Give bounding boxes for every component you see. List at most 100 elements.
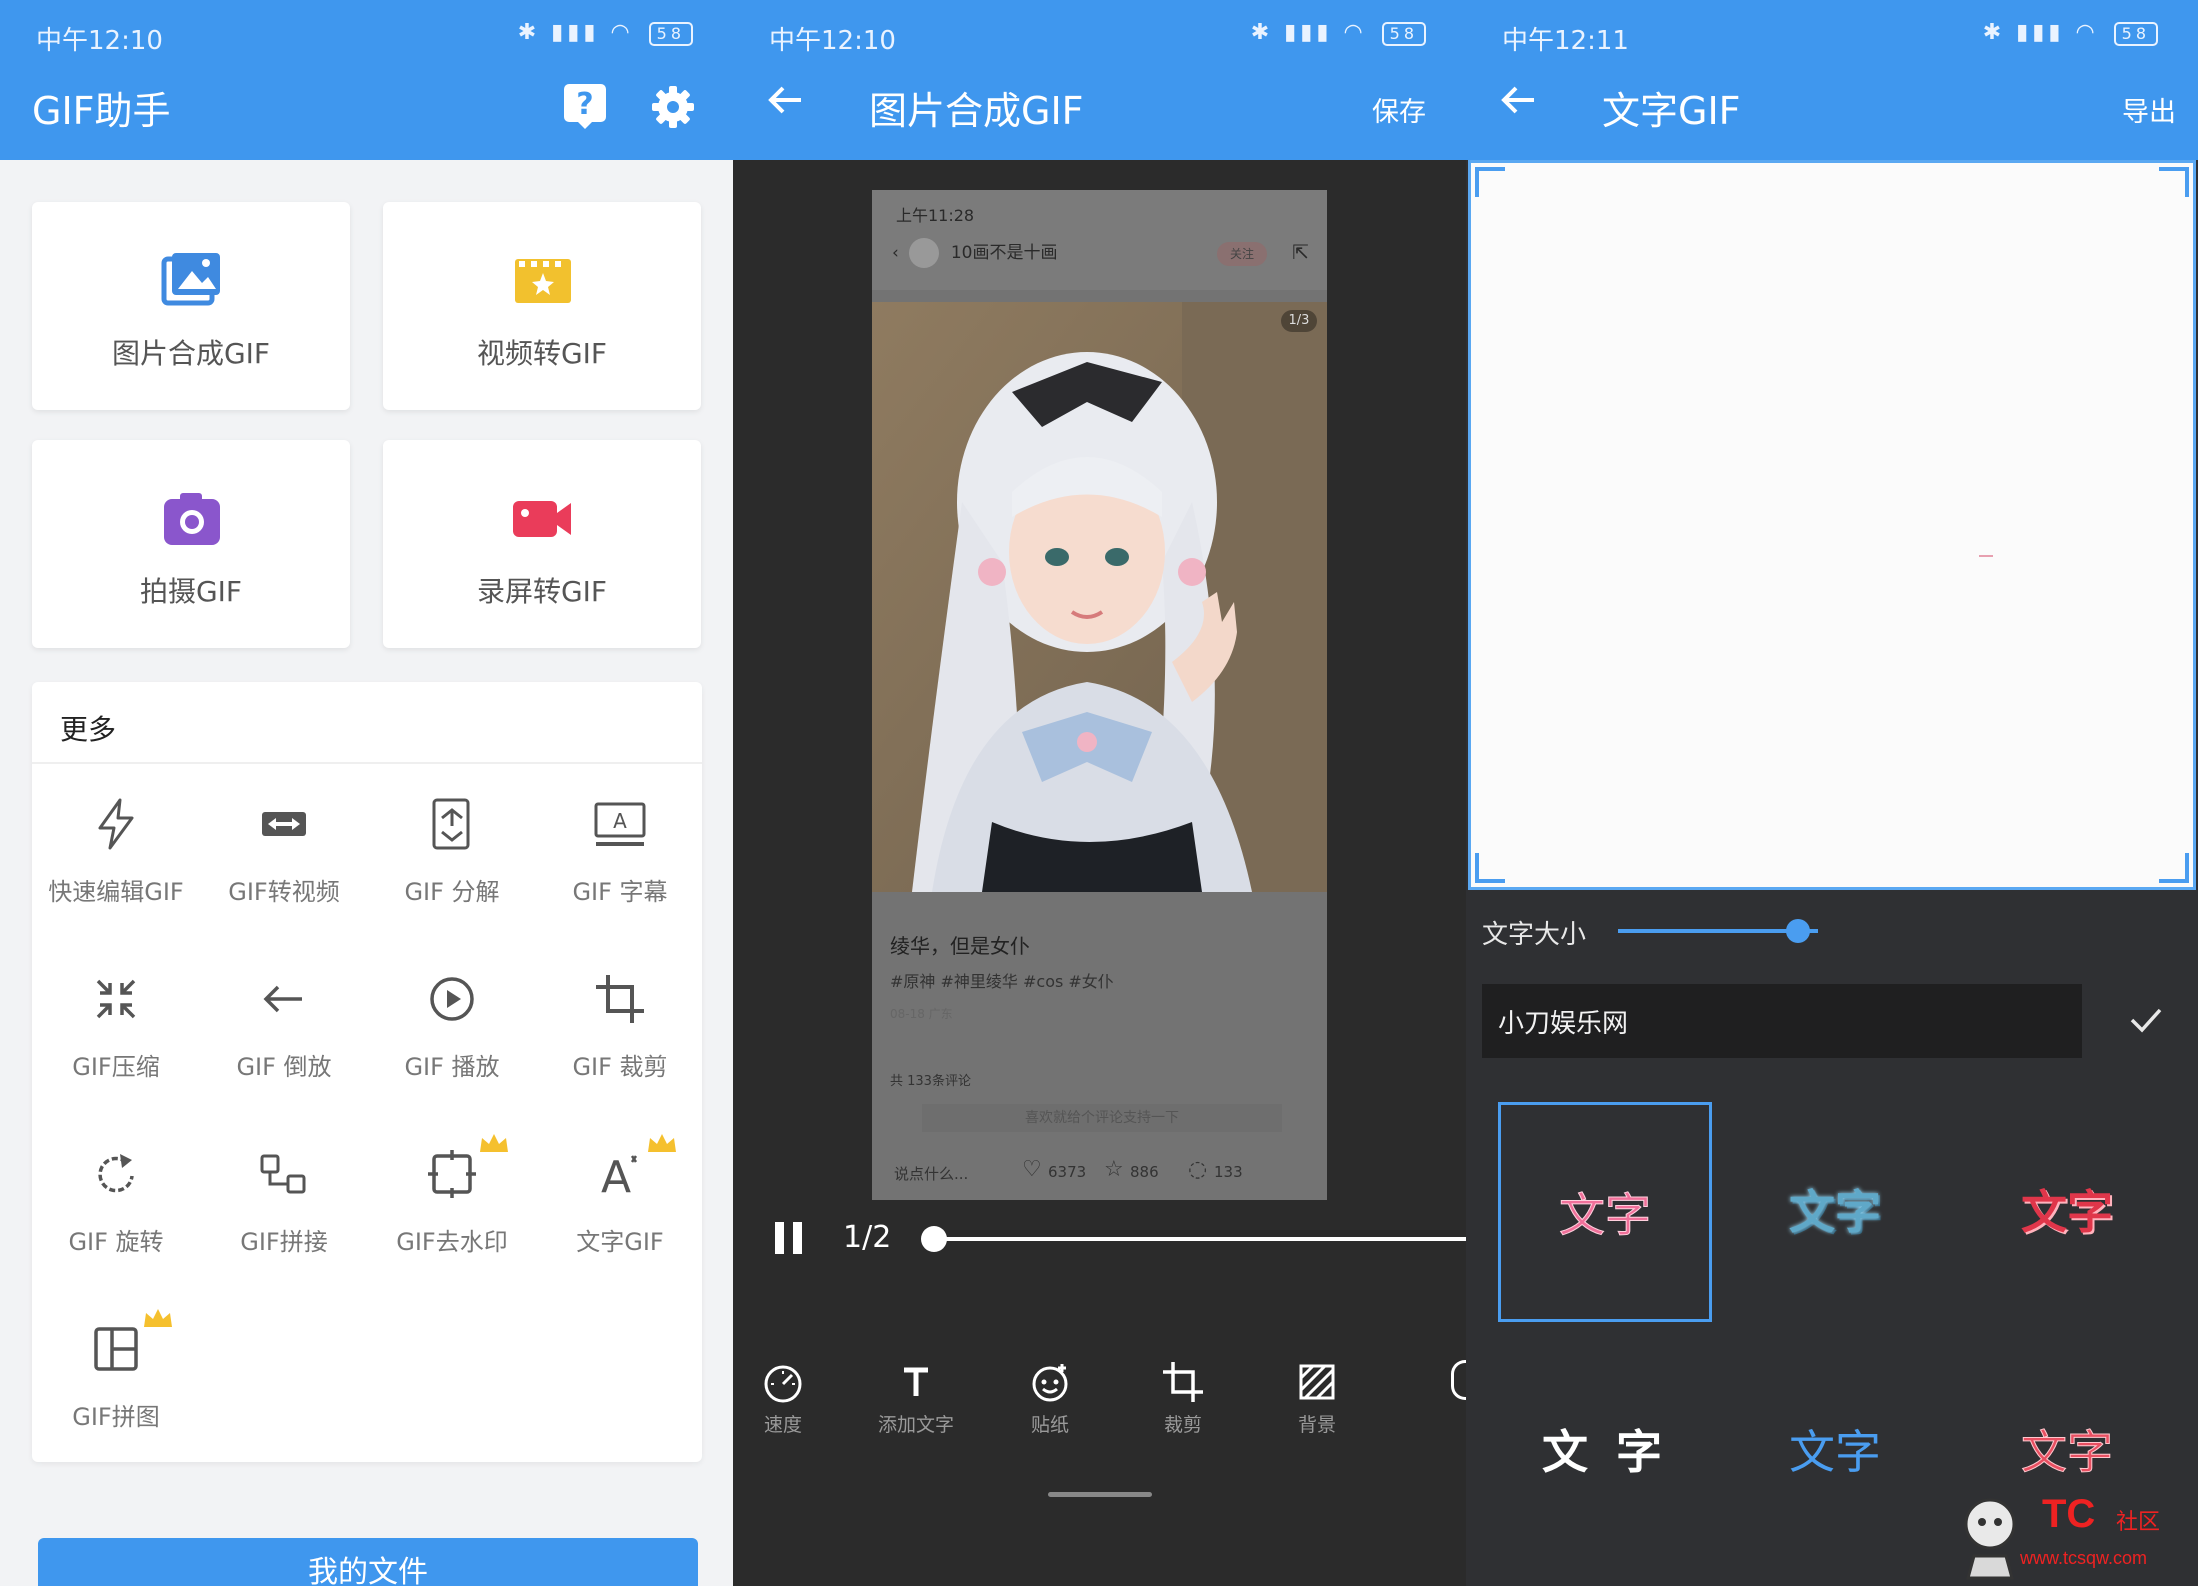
- corner-handle: [2159, 853, 2189, 883]
- tool-text-gif[interactable]: A 文字GIF: [536, 1122, 704, 1292]
- tool-gif-split[interactable]: GIF 分解: [368, 772, 536, 942]
- text-style-option[interactable]: 文字: [1960, 1102, 2174, 1322]
- back-arrow-icon[interactable]: [763, 78, 807, 122]
- mascot-icon: [1964, 1498, 2016, 1580]
- status-bar: 中午12:10 ✱ ▮▮▮ ◠ 58: [733, 0, 1466, 72]
- text-gif-editor: 中午12:11 ✱ ▮▮▮ ◠ 58 文字GIF 导出 文字大小 文字 文字 文…: [1466, 0, 2198, 1586]
- tool-gif-to-video[interactable]: GIF转视频: [200, 772, 368, 942]
- text-size-slider-thumb[interactable]: [1786, 919, 1810, 943]
- tool-label: GIF拼接: [240, 1228, 328, 1256]
- scroll-indicator: [1048, 1492, 1152, 1497]
- style-preview-text: 文 字: [1541, 1425, 1668, 1479]
- tool-label: GIF压缩: [72, 1053, 160, 1081]
- gif-text-input[interactable]: [1482, 984, 2082, 1058]
- tool-label: GIF 播放: [404, 1053, 500, 1081]
- confirm-check-icon[interactable]: [2124, 998, 2168, 1042]
- tool-sticker[interactable]: 贴纸: [1000, 1360, 1100, 1460]
- tool-crop[interactable]: 裁剪: [1133, 1360, 1233, 1460]
- video-convert-icon: [262, 812, 306, 836]
- style-preview-text: 文字: [2021, 1425, 2114, 1480]
- tool-label: 裁剪: [1163, 1414, 1202, 1436]
- tool-background[interactable]: 背景: [1267, 1360, 1367, 1460]
- style-preview-text: 文字: [1789, 1425, 1881, 1479]
- comment-hint: 喜欢就给个评论支持一下: [922, 1104, 1282, 1132]
- tool-label: GIF转视频: [228, 878, 340, 906]
- seek-thumb[interactable]: [921, 1226, 947, 1252]
- my-files-button[interactable]: 我的文件: [38, 1538, 698, 1586]
- tool-speed[interactable]: 速度: [733, 1360, 833, 1460]
- preview-time: 上午11:28: [896, 206, 975, 225]
- app-bar: 中午12:10 ✱ ▮▮▮ ◠ 58 图片合成GIF 保存: [733, 0, 1466, 160]
- clapperboard-icon: [515, 259, 571, 303]
- watermark-url: www.tcsqw.com: [2020, 1548, 2148, 1568]
- tool-gif-collage[interactable]: GIF拼图: [32, 1297, 200, 1467]
- comment-icon: ◌: [1188, 1157, 1208, 1182]
- crop-icon: [1163, 1362, 1203, 1402]
- playback-controls: 1/2: [753, 1212, 1466, 1272]
- card-image-to-gif[interactable]: 图片合成GIF: [32, 202, 350, 410]
- tool-gif-subtitle[interactable]: A GIF 字幕: [536, 772, 704, 942]
- card-label: 录屏转GIF: [476, 575, 608, 608]
- tool-gif-crop[interactable]: GIF 裁剪: [536, 947, 704, 1117]
- cosplay-photo: 1/3: [872, 302, 1327, 892]
- text-style-option[interactable]: 文字: [1728, 1102, 1942, 1322]
- text-style-option[interactable]: 文 字: [1498, 1342, 1712, 1562]
- gear-icon[interactable]: [650, 84, 696, 130]
- follow-badge: 关注: [1217, 242, 1267, 266]
- tool-quick-edit[interactable]: 快速编辑GIF: [32, 772, 200, 942]
- style-preview-text: 文字: [1559, 1188, 1652, 1243]
- crop-icon: [596, 975, 644, 1023]
- tool-label: GIF 分解: [404, 878, 500, 906]
- like-count: 6373: [1048, 1163, 1087, 1181]
- status-bar: 中午12:10 ✱ ▮▮▮ ◠ 58: [0, 0, 733, 72]
- text-cursor-mark: [1979, 555, 1993, 557]
- sticker-icon: [1032, 1364, 1068, 1402]
- battery-icon: 58: [2113, 22, 2158, 46]
- reverse-arrow-icon: [263, 985, 302, 1013]
- camera-icon: [164, 493, 220, 545]
- pause-icon[interactable]: [773, 1220, 805, 1256]
- tool-label: 文字GIF: [576, 1228, 664, 1256]
- seek-track[interactable]: [933, 1237, 1466, 1241]
- corner-handle: [1475, 167, 1505, 197]
- more-tools-overflow-icon[interactable]: [1451, 1360, 1466, 1400]
- export-button[interactable]: 导出: [2122, 90, 2176, 129]
- card-screen-record-to-gif[interactable]: 录屏转GIF: [383, 440, 701, 648]
- tool-label: GIF拼图: [72, 1403, 160, 1431]
- back-arrow-icon[interactable]: [1496, 78, 1540, 122]
- watermark-text: 社区: [2116, 1510, 2161, 1535]
- text-t-icon: [904, 1367, 928, 1396]
- tool-gif-join[interactable]: GIF拼接: [200, 1122, 368, 1292]
- tool-label: GIF 旋转: [68, 1228, 164, 1256]
- tool-gif-reverse[interactable]: GIF 倒放: [200, 947, 368, 1117]
- tool-gif-compress[interactable]: GIF压缩: [32, 947, 200, 1117]
- text-canvas[interactable]: [1468, 160, 2196, 890]
- save-button[interactable]: 保存: [1372, 90, 1426, 129]
- watermark-logo: TC: [2042, 1492, 2096, 1536]
- join-icon: [260, 1154, 306, 1194]
- tool-gif-rotate[interactable]: GIF 旋转: [32, 1122, 200, 1292]
- section-heading: 更多: [60, 713, 117, 746]
- tool-add-text[interactable]: 添加文字: [866, 1360, 966, 1460]
- style-preview-text: 文字: [2021, 1185, 2113, 1239]
- premium-crown-icon: [144, 1309, 172, 1327]
- tool-gif-play[interactable]: GIF 播放: [368, 947, 536, 1117]
- video-camera-icon: [513, 501, 571, 537]
- image-pager: 1/3: [1281, 310, 1317, 332]
- post-title: 绫华，但是女仆: [890, 934, 1030, 958]
- image-icon: [161, 253, 220, 306]
- text-style-option[interactable]: 文字: [1498, 1102, 1712, 1322]
- tool-gif-remove-watermark[interactable]: GIF去水印: [368, 1122, 536, 1292]
- text-style-option[interactable]: 文字: [1728, 1342, 1942, 1562]
- premium-crown-icon: [480, 1134, 508, 1152]
- tool-label: GIF去水印: [396, 1228, 508, 1256]
- app-bar: 中午12:11 ✱ ▮▮▮ ◠ 58 文字GIF 导出: [1466, 0, 2198, 160]
- author-name: 10画不是十画: [950, 243, 1058, 263]
- card-shoot-gif[interactable]: 拍摄GIF: [32, 440, 350, 648]
- lightning-icon: [98, 798, 134, 850]
- share-icon: ⇱: [1292, 240, 1309, 264]
- help-icon[interactable]: ?: [562, 82, 608, 130]
- heart-icon: ♡: [1022, 1157, 1042, 1182]
- comment-count-text: 共 133条评论: [890, 1074, 971, 1089]
- card-video-to-gif[interactable]: 视频转GIF: [383, 202, 701, 410]
